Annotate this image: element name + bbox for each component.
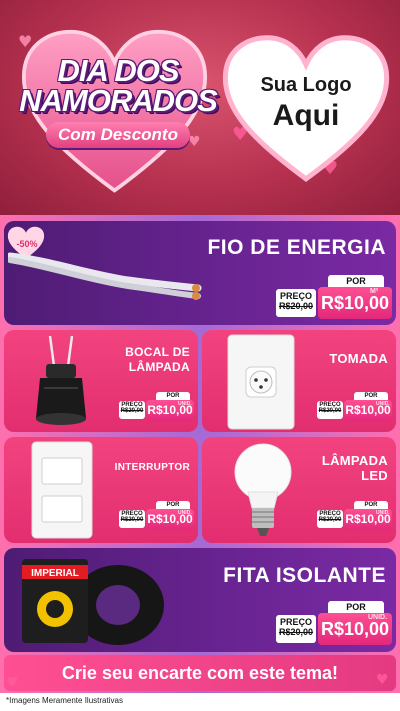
tape-icon: IMPERIAL — [22, 559, 164, 645]
logo-line2: Aqui — [272, 99, 340, 132]
old-price: R$20,00 — [120, 517, 144, 523]
product-title: FIO DE ENERGIA — [207, 236, 386, 259]
product-title: TOMADA — [329, 351, 388, 366]
price-unit: UNID. — [376, 510, 390, 516]
preco-box: PREÇO R$20,00 — [119, 510, 145, 528]
old-price: R$20,00 — [318, 408, 342, 414]
product-title-line2: LÂMPADA — [128, 360, 190, 374]
product-title: INTERRUPTOR — [114, 462, 190, 473]
product-title: LÂMPADA LED — [300, 453, 388, 483]
preco-label: PREÇO — [279, 617, 312, 627]
heart-icon: ♥ — [376, 672, 389, 688]
footer-note: *Imagens Meramente Ilustrativas — [6, 696, 123, 705]
old-price: R$20,00 — [318, 517, 342, 523]
switch-icon — [31, 441, 93, 539]
product-title-line2: LED — [361, 468, 388, 483]
old-price: R$20,00 — [278, 301, 314, 311]
price-unit: UNID. — [178, 510, 192, 516]
title-subtitle: Com Desconto — [46, 122, 190, 148]
product-title-line1: LÂMPADA — [321, 453, 388, 468]
price-unit: UNID. — [376, 401, 390, 407]
preco-box: PREÇO R$20,00 — [276, 289, 316, 317]
price-unit: UNID. — [368, 614, 388, 621]
product-title: BOCAL DE LÂMPADA — [104, 345, 190, 375]
por-label: POR — [328, 601, 384, 613]
product-title: FITA ISOLANTE — [223, 564, 386, 587]
heart-icon: ♥ — [6, 675, 19, 691]
header-banner: ♥ ♥ ♥ ♥ ♥ DIA DOS NAMORADOS Com Desconto… — [0, 0, 400, 215]
product-title-line1: BOCAL DE — [125, 345, 190, 359]
new-price: R$10,00 — [318, 287, 392, 319]
price-unit: M² — [370, 288, 379, 295]
old-price: R$20,00 — [278, 627, 314, 637]
price-unit: UNID. — [178, 401, 192, 407]
old-price: R$20,00 — [120, 408, 144, 414]
footer: *Imagens Meramente Ilustrativas — [0, 693, 400, 711]
logo-line1: Sua Logo — [260, 74, 352, 96]
lamp-socket-icon — [36, 335, 86, 425]
por-label: POR — [328, 275, 384, 287]
preco-box: PREÇO R$20,00 — [119, 401, 145, 419]
preco-label: PREÇO — [279, 291, 312, 301]
title-line2: NAMORADOS — [19, 83, 218, 118]
title-line1: DIA DOS — [57, 53, 179, 88]
preco-box: PREÇO R$20,00 — [317, 510, 343, 528]
cta-banner: Crie seu encarte com este tema! — [4, 655, 396, 691]
preco-box: PREÇO R$20,00 — [276, 615, 316, 643]
title-block: DIA DOS NAMORADOS Com Desconto — [18, 53, 218, 148]
tape-brand: IMPERIAL — [31, 568, 79, 579]
wire-icon — [8, 252, 202, 300]
preco-box: PREÇO R$20,00 — [317, 401, 343, 419]
logo-placeholder: Sua Logo Aqui — [222, 74, 390, 133]
led-bulb-icon — [234, 443, 292, 536]
outlet-icon — [227, 334, 295, 430]
